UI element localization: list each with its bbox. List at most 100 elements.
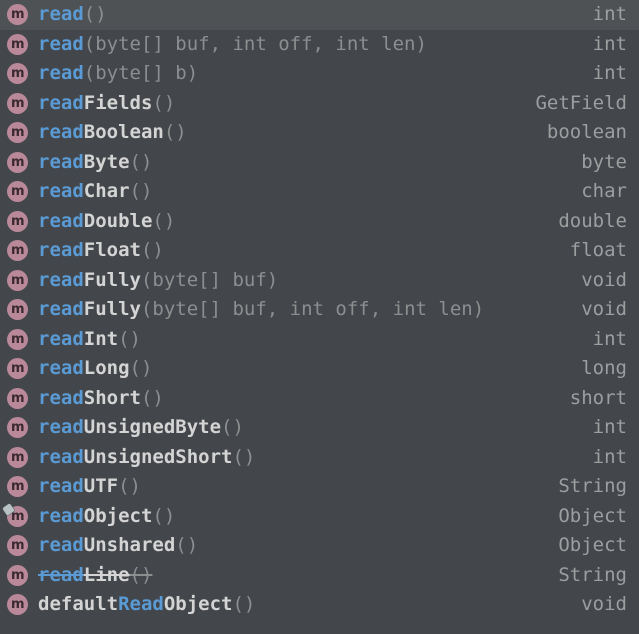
signature-match-text: read — [38, 416, 84, 439]
signature-params-text: () — [118, 475, 141, 498]
completion-item[interactable]: m readLong() long — [0, 354, 639, 384]
completion-item-signature: read(byte[] buf, int off, int len) — [38, 30, 579, 59]
signature-prefix-text: default — [38, 593, 119, 616]
method-icon: m — [7, 358, 28, 380]
method-icon: m — [7, 269, 28, 291]
completion-item-signature: readFields() — [38, 89, 521, 118]
method-icon: m — [7, 446, 28, 468]
signature-params-text: (byte[] buf) — [140, 268, 279, 291]
completion-item[interactable]: m readChar() char — [0, 177, 639, 207]
completion-item[interactable]: m readLine() String — [0, 560, 639, 590]
completion-item-signature: readDouble() — [38, 207, 544, 236]
signature-params-text: (byte[] buf, int off, int len) — [140, 298, 485, 321]
signature-params-text: () — [118, 327, 141, 350]
method-icon: m — [7, 594, 28, 616]
completion-item[interactable]: m readFully(byte[] buf) void — [0, 265, 639, 295]
signature-match-text: read — [38, 239, 84, 262]
signature-name-text: Line — [83, 563, 130, 586]
completion-item-signature: readObject() — [38, 502, 544, 531]
completion-item[interactable]: m readShort() short — [0, 383, 639, 413]
signature-match-text: read — [38, 150, 84, 173]
completion-item-return-type: byte — [581, 150, 627, 173]
signature-name-text: Byte — [83, 150, 130, 173]
signature-params-text: () — [129, 150, 153, 173]
method-icon: m — [7, 328, 28, 350]
signature-params-text: () — [163, 121, 187, 144]
overriding-method-badge-icon — [2, 502, 15, 516]
signature-name-text: Double — [83, 209, 153, 232]
signature-params-text: () — [129, 180, 153, 203]
completion-item-return-type: float — [569, 239, 627, 262]
signature-match-text: Read — [118, 593, 164, 616]
completion-item-return-type: int — [592, 3, 627, 26]
completion-item-return-type: void — [581, 298, 627, 321]
signature-params-text: () — [175, 534, 199, 557]
completion-item-signature: readBoolean() — [38, 118, 533, 147]
signature-match-text: read — [38, 91, 84, 114]
completion-item-return-type: Object — [558, 504, 627, 527]
method-icon: m — [7, 240, 28, 262]
completion-item-signature: readFully(byte[] buf, int off, int len) — [38, 295, 567, 324]
completion-item[interactable]: m readBoolean() boolean — [0, 118, 639, 148]
signature-params-text: (byte[] buf, int off, int len) — [83, 32, 427, 55]
method-icon: m — [7, 151, 28, 173]
method-icon: m — [7, 476, 28, 498]
completion-item[interactable]: m defaultReadObject() void — [0, 590, 639, 620]
completion-item[interactable]: m readUnsignedShort() int — [0, 442, 639, 472]
signature-params-text: () — [232, 593, 256, 616]
completion-item-signature: readLine() — [38, 561, 544, 590]
completion-item[interactable]: m read(byte[] buf, int off, int len) int — [0, 29, 639, 59]
completion-item-return-type: boolean — [546, 121, 627, 144]
signature-params-text: () — [129, 563, 153, 586]
completion-item-return-type: int — [592, 416, 627, 439]
signature-match-text: read — [38, 563, 84, 586]
completion-item-signature: readChar() — [38, 177, 567, 206]
completion-item[interactable]: m readUTF() String — [0, 472, 639, 502]
completion-item-return-type: GetField — [535, 91, 627, 114]
completion-item[interactable]: m readFully(byte[] buf, int off, int len)… — [0, 295, 639, 325]
method-icon: m — [7, 535, 28, 557]
signature-name-text: Long — [83, 357, 130, 380]
signature-match-text: read — [38, 357, 84, 380]
completion-item[interactable]: m readUnsignedByte() int — [0, 413, 639, 443]
signature-name-text: UnsignedShort — [83, 445, 233, 468]
completion-item[interactable]: m read(byte[] b) int — [0, 59, 639, 89]
completion-item[interactable]: m readUnshared() Object — [0, 531, 639, 561]
signature-name-text: Char — [83, 180, 130, 203]
completion-item-return-type: double — [558, 209, 627, 232]
completion-item[interactable]: m readFields() GetField — [0, 88, 639, 118]
completion-item[interactable]: m readDouble() double — [0, 206, 639, 236]
signature-params-text: () — [129, 357, 153, 380]
completion-item[interactable]: m read() int — [0, 0, 639, 30]
completion-item-signature: read(byte[] b) — [38, 59, 579, 88]
completion-item-signature: readUnsignedShort() — [38, 443, 579, 472]
completion-item-signature: readUTF() — [38, 472, 544, 501]
signature-name-text: UnsignedByte — [83, 416, 222, 439]
signature-params-text: () — [140, 386, 164, 409]
completion-item-return-type: void — [581, 593, 627, 616]
completion-item-return-type: String — [558, 475, 627, 498]
completion-item-signature: read() — [38, 0, 579, 29]
signature-match-text: read — [38, 504, 84, 527]
signature-match-text: read — [38, 534, 84, 557]
signature-name-text: UTF — [83, 475, 119, 498]
completion-item-return-type: Object — [558, 534, 627, 557]
completion-item-signature: readInt() — [38, 325, 579, 354]
signature-match-text: read — [38, 475, 84, 498]
signature-match-text: read — [38, 298, 84, 321]
method-icon: m — [7, 564, 28, 586]
signature-match-text: read — [38, 3, 84, 26]
completion-item-signature: readFully(byte[] buf) — [38, 266, 567, 295]
completion-item-return-type: char — [581, 180, 627, 203]
code-completion-popup[interactable]: m read() int m read(byte[] buf, int off, int… — [0, 0, 639, 634]
method-icon: m — [7, 122, 28, 144]
method-icon: m — [7, 387, 28, 409]
completion-item-signature: readFloat() — [38, 236, 556, 265]
completion-item-return-type: short — [569, 386, 627, 409]
completion-item[interactable]: m readObject() Object — [0, 501, 639, 531]
signature-name-text: Object — [83, 504, 153, 527]
completion-item[interactable]: m readInt() int — [0, 324, 639, 354]
completion-item[interactable]: m readByte() byte — [0, 147, 639, 177]
completion-item[interactable]: m readFloat() float — [0, 236, 639, 266]
completion-item-return-type: int — [592, 445, 627, 468]
